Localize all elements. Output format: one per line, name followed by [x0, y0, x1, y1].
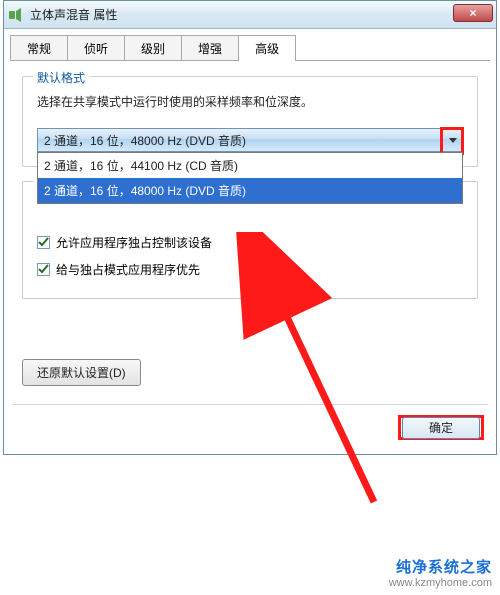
tab-enhance[interactable]: 增强 — [181, 35, 239, 61]
dialog-footer: 确定 — [4, 405, 496, 454]
chevron-down-icon[interactable] — [442, 129, 462, 151]
close-button[interactable]: × — [453, 4, 493, 22]
close-icon: × — [469, 6, 476, 20]
tab-advanced[interactable]: 高级 — [238, 35, 296, 61]
checkbox-allow-exclusive[interactable] — [37, 236, 50, 249]
restore-area: 还原默认设置(D) — [22, 359, 478, 386]
watermark: 纯净系统之家 www.kzmyhome.com — [389, 556, 492, 589]
app-icon — [8, 7, 24, 23]
format-option-1[interactable]: 2 通道，16 位，48000 Hz (DVD 音质) — [38, 178, 462, 203]
watermark-title: 纯净系统之家 — [389, 556, 492, 577]
group-title-default-format: 默认格式 — [33, 69, 89, 86]
checkbox-label-priority: 给与独占模式应用程序优先 — [56, 261, 200, 278]
checkbox-label-allow-exclusive: 允许应用程序独占控制该设备 — [56, 234, 212, 251]
ok-button[interactable]: 确定 — [402, 417, 480, 439]
tab-strip: 常规 侦听 级别 增强 高级 — [10, 35, 490, 61]
highlight-ok-button: 确定 — [398, 415, 484, 440]
format-selected-text: 2 通道，16 位，48000 Hz (DVD 音质) — [44, 132, 246, 149]
format-dropdown-list: 2 通道，16 位，44100 Hz (CD 音质) 2 通道，16 位，480… — [37, 152, 463, 204]
tab-listen[interactable]: 侦听 — [67, 35, 125, 61]
checkbox-row-priority: 给与独占模式应用程序优先 — [37, 261, 463, 278]
format-combobox[interactable]: 2 通道，16 位，48000 Hz (DVD 音质) — [37, 128, 463, 152]
format-combo-row: 2 通道，16 位，48000 Hz (DVD 音质) 2 通道，16 位，44… — [37, 128, 463, 152]
checkbox-priority[interactable] — [37, 263, 50, 276]
group-default-format: 默认格式 选择在共享模式中运行时使用的采样频率和位深度。 2 通道，16 位，4… — [22, 76, 478, 167]
tab-content: 默认格式 选择在共享模式中运行时使用的采样频率和位深度。 2 通道，16 位，4… — [4, 62, 496, 404]
titlebar: 立体声混音 属性 × — [4, 1, 496, 29]
format-description: 选择在共享模式中运行时使用的采样频率和位深度。 — [37, 93, 463, 110]
checkbox-row-allow-exclusive: 允许应用程序独占控制该设备 — [37, 234, 463, 251]
tab-levels[interactable]: 级别 — [124, 35, 182, 61]
format-option-0[interactable]: 2 通道，16 位，44100 Hz (CD 音质) — [38, 153, 462, 178]
properties-dialog: 立体声混音 属性 × 常规 侦听 级别 增强 高级 默认格式 选择在共享模式中运… — [3, 0, 497, 455]
restore-defaults-button[interactable]: 还原默认设置(D) — [22, 359, 141, 386]
window-title: 立体声混音 属性 — [30, 6, 453, 23]
watermark-url: www.kzmyhome.com — [389, 577, 492, 589]
tab-general[interactable]: 常规 — [10, 35, 68, 61]
